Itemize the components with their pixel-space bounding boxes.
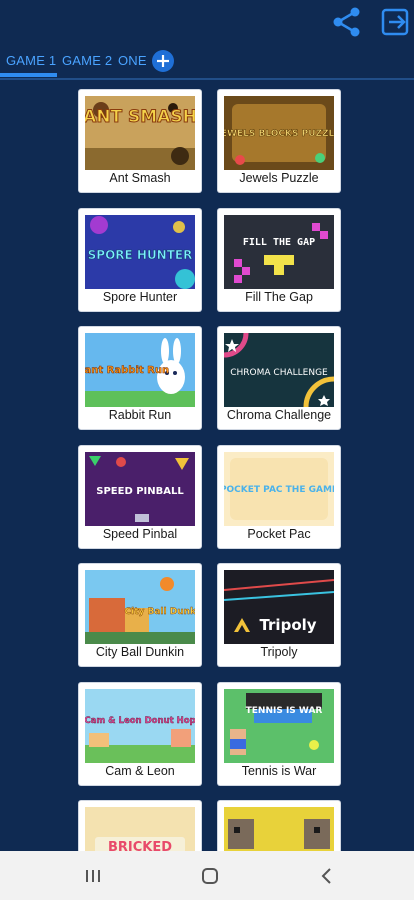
back-icon[interactable] [314, 863, 340, 889]
game-thumbnail: BRICKED [85, 807, 195, 851]
game-label: Ant Smash [109, 171, 171, 185]
add-tab-button[interactable] [152, 50, 174, 72]
game-thumbnail [224, 807, 334, 851]
game-label: Spore Hunter [102, 290, 178, 304]
game-thumbnail: FILL THE GAP [224, 215, 334, 289]
game-card-tripoly[interactable]: Tripoly Tripoly [218, 564, 340, 666]
thumb-title: SPEED PINBALL [96, 486, 184, 497]
game-card-jewels-puzzle[interactable]: JEWELS BLOCKS PUZZLE Jewels Puzzle [218, 90, 340, 192]
game-thumbnail: City Ball Dunkin [85, 570, 195, 644]
game-label: Fill The Gap [245, 290, 313, 304]
home-icon[interactable] [197, 863, 223, 889]
game-card-bricked[interactable]: BRICKED [79, 801, 201, 851]
game-card-spore-hunter[interactable]: SPORE HUNTER Spore Hunter [79, 209, 201, 311]
game-card-fill-the-gap[interactable]: FILL THE GAP Fill The Gap [218, 209, 340, 311]
game-label: Tennis is War [241, 764, 317, 778]
game-card-ant-smash[interactable]: ANT SMASH Ant Smash [79, 90, 201, 192]
thumb-title: Giant Rabbit Run [85, 365, 169, 376]
game-label: City Ball Dunkin [95, 645, 185, 659]
thumb-title: JEWELS BLOCKS PUZZLE [224, 129, 334, 139]
game-card-unknown[interactable] [218, 801, 340, 851]
game-grid: ANT SMASH Ant Smash JEWELS BLOCKS PUZZLE… [0, 80, 414, 851]
game-card-speed-pinbal[interactable]: SPEED PINBALL Speed Pinbal [79, 446, 201, 548]
game-label: Speed Pinbal [102, 527, 178, 541]
game-card-tennis-is-war[interactable]: TENNIS IS WAR Tennis is War [218, 683, 340, 785]
thumb-title: City Ball Dunkin [125, 607, 196, 617]
game-label: Chroma Challenge [226, 408, 332, 422]
thumb-title: Tripoly [259, 616, 316, 634]
game-label: Tripoly [260, 645, 298, 659]
share-icon[interactable] [329, 4, 365, 40]
game-thumbnail: Tripoly [224, 570, 334, 644]
thumb-title: SPORE HUNTER [88, 248, 193, 262]
game-thumbnail: CHROMA CHALLENGE [224, 333, 334, 407]
thumb-title: Cam & Leon Donut Hop [85, 716, 195, 726]
game-thumbnail: JEWELS BLOCKS PUZZLE [224, 96, 334, 170]
game-card-rabbit-run[interactable]: Giant Rabbit Run Rabbit Run [79, 327, 201, 429]
thumb-title: BRICKED [108, 840, 172, 851]
exit-icon[interactable] [378, 4, 414, 40]
game-card-city-ball-dunkin[interactable]: City Ball Dunkin City Ball Dunkin [79, 564, 201, 666]
game-thumbnail: SPORE HUNTER [85, 215, 195, 289]
game-card-pocket-pac[interactable]: POCKET PAC THE GAME Pocket Pac [218, 446, 340, 548]
thumb-title: FILL THE GAP [243, 237, 315, 248]
game-card-chroma-challenge[interactable]: CHROMA CHALLENGE Chroma Challenge [218, 327, 340, 429]
game-thumbnail: Cam & Leon Donut Hop [85, 689, 195, 763]
game-label: Pocket Pac [247, 527, 311, 541]
tab-bar: GAME 1 GAME 2 ONE [0, 44, 414, 80]
game-thumbnail: TENNIS IS WAR [224, 689, 334, 763]
tab-game-2[interactable]: GAME 2 [62, 53, 112, 68]
game-label: Rabbit Run [108, 408, 172, 422]
system-nav-bar [0, 851, 414, 900]
game-label: Jewels Puzzle [239, 171, 319, 185]
thumb-title: POCKET PAC THE GAME [224, 485, 334, 495]
thumb-title: TENNIS IS WAR [246, 706, 323, 716]
game-thumbnail: ANT SMASH [85, 96, 195, 170]
game-card-cam-leon[interactable]: Cam & Leon Donut Hop Cam & Leon [79, 683, 201, 785]
recent-apps-icon[interactable] [80, 863, 106, 889]
game-thumbnail: SPEED PINBALL [85, 452, 195, 526]
thumb-title: ANT SMASH [85, 107, 195, 127]
tab-game-1[interactable]: GAME 1 [6, 53, 56, 68]
active-tab-indicator [0, 73, 57, 77]
tab-one[interactable]: ONE [118, 53, 147, 68]
game-thumbnail: POCKET PAC THE GAME [224, 452, 334, 526]
thumb-title: CHROMA CHALLENGE [230, 368, 328, 378]
top-bar [0, 0, 414, 44]
game-thumbnail: Giant Rabbit Run [85, 333, 195, 407]
game-label: Cam & Leon [105, 764, 175, 778]
plus-icon [157, 55, 169, 67]
